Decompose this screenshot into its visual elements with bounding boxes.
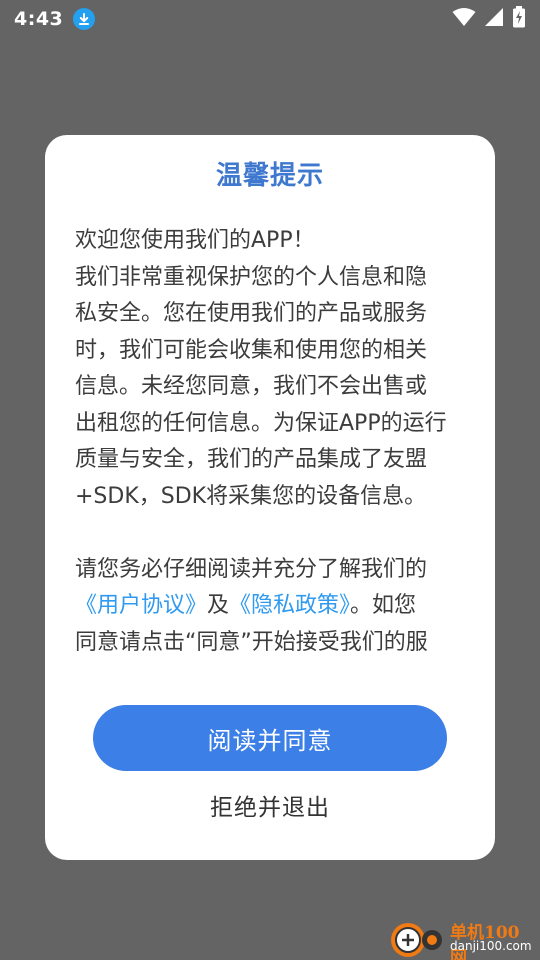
body-line-links: 《用户协议》及《隐私政策》。如您 xyxy=(75,588,475,625)
body-line: 请您务必仔细阅读并充分了解我们的 xyxy=(75,556,428,582)
body-line: +SDK，SDK将采集您的设备信息。 xyxy=(75,483,427,509)
watermark-logo-icon xyxy=(391,923,442,957)
and-text: 及 xyxy=(207,593,230,618)
body-line: 出租您的任何信息。为保证APP的运行 xyxy=(75,410,447,436)
download-icon xyxy=(73,8,96,30)
body-line: 时，我们可能会收集和使用您的相关 xyxy=(75,337,428,363)
body-line: 信息。未经您同意，我们不会出售或 xyxy=(75,374,428,399)
watermark: 单机100网 danji100.com xyxy=(386,916,536,960)
status-left: 4:43 xyxy=(14,8,96,30)
dialog-body-scroll[interactable]: 欢迎您使用我们的APP！ 我们非常重视保护您的个人信息和隐 私安全。您在使用我们… xyxy=(75,223,475,651)
wifi-icon xyxy=(452,7,476,31)
status-bar: 4:43 xyxy=(0,0,540,38)
reject-button[interactable]: 拒绝并退出 xyxy=(45,785,495,825)
clock-time: 4:43 xyxy=(14,8,64,30)
privacy-policy-link[interactable]: 《隐私政策》 xyxy=(229,593,350,618)
privacy-dialog: 温馨提示 欢迎您使用我们的APP！ 我们非常重视保护您的个人信息和隐 私安全。您… xyxy=(45,135,495,860)
screen: 4:43 温馨提示 欢迎您使用我们的APP！ 我们非常重视保护您的个人信息和隐 … xyxy=(0,0,540,960)
body-line: 欢迎您使用我们的APP！ xyxy=(75,228,315,253)
body-line: 同意请点击“同意”开始接受我们的服 xyxy=(75,629,428,652)
watermark-domain: danji100.com xyxy=(450,939,532,953)
body-line: 我们非常重视保护您的个人信息和隐 xyxy=(75,264,428,290)
battery-charging-icon xyxy=(512,6,526,32)
status-right xyxy=(452,6,526,32)
body-line: 质量与安全，我们的产品集成了友盟 xyxy=(75,447,428,472)
agree-button[interactable]: 阅读并同意 xyxy=(93,705,447,771)
user-agreement-link[interactable]: 《用户协议》 xyxy=(75,593,207,618)
signal-icon xyxy=(484,7,504,31)
body-line: 私安全。您在使用我们的产品或服务 xyxy=(75,301,428,326)
after-links-text: 。如您 xyxy=(350,593,417,618)
dialog-title: 温馨提示 xyxy=(215,161,324,191)
